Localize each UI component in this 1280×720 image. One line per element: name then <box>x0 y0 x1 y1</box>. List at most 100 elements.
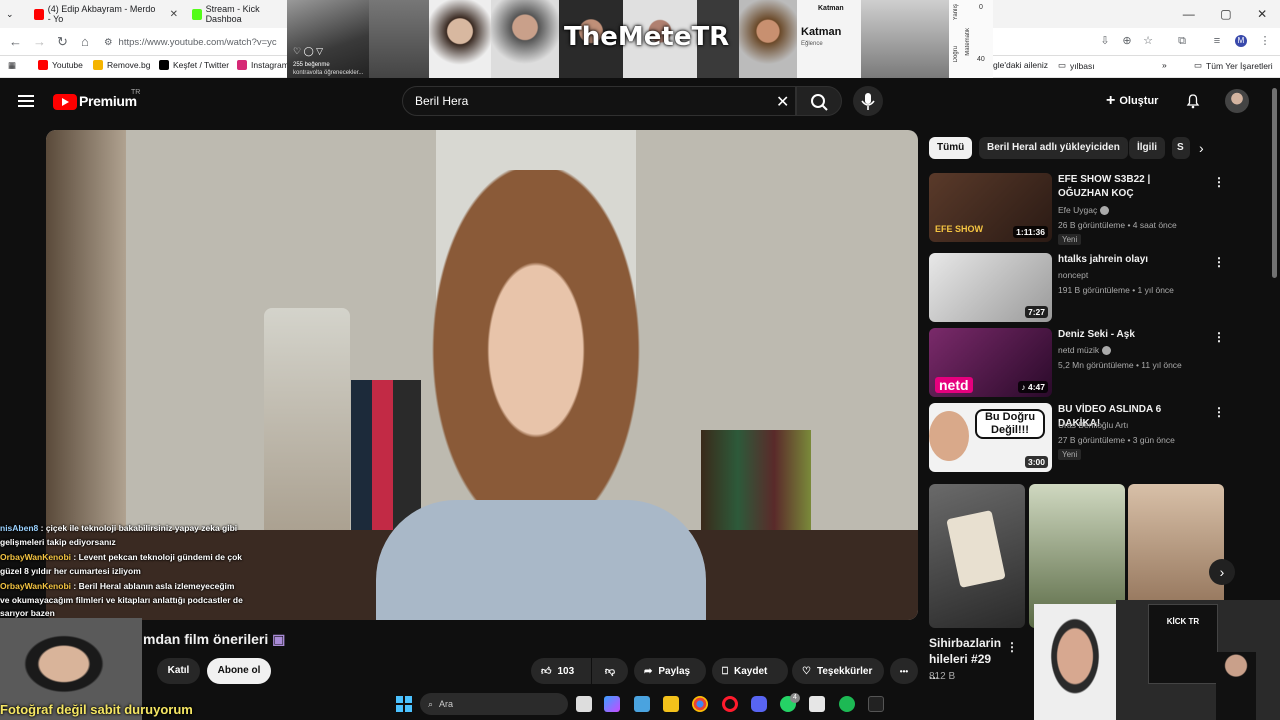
chevron-right-icon[interactable]: › <box>1199 140 1204 156</box>
more-vert-icon[interactable]: ⋮ <box>1213 175 1225 189</box>
back-icon[interactable]: ← <box>9 34 22 49</box>
bookmark-label: Instagram <box>251 60 289 70</box>
account-avatar[interactable] <box>1225 89 1249 113</box>
close-window-icon[interactable]: ✕ <box>1257 7 1267 21</box>
taskbar-search[interactable]: ⌕ Ara <box>420 693 568 715</box>
url-field[interactable]: ⚙ https://www.youtube.com/watch?v=yc <box>104 33 294 51</box>
apps-icon[interactable]: ▦ <box>8 60 16 71</box>
spotify-icon[interactable] <box>839 696 855 712</box>
profile-avatar[interactable]: M <box>1235 35 1247 47</box>
install-icon[interactable]: ⇩ <box>1099 35 1111 47</box>
rec-title[interactable]: EFE SHOW S3B22 | OĞUZHAN KOÇ <box>1058 173 1203 201</box>
bookmark-partial[interactable]: gle'daki aileniz <box>993 60 1048 70</box>
discord-icon[interactable] <box>751 696 767 712</box>
forward-icon[interactable]: → <box>33 34 46 49</box>
video-thumbnail[interactable]: Bu Doğru Değil!!! 3:00 <box>929 403 1052 472</box>
like-button[interactable]: 👍︎ 103 <box>531 658 591 684</box>
banner-card: Katman Katman Eğlence <box>797 0 861 78</box>
recommendation-item[interactable]: EFE SHOW 1:11:36 EFE SHOW S3B22 | OĞUZHA… <box>929 173 1225 245</box>
more-vert-icon[interactable]: ⋮ <box>1006 640 1018 654</box>
bookmark-removebg[interactable]: Remove.bg <box>93 60 150 70</box>
chip-all[interactable]: Tümü <box>929 137 973 159</box>
site-info-icon[interactable]: ⚙ <box>104 37 113 48</box>
search-button[interactable] <box>796 86 842 116</box>
rec-channel[interactable]: noncept <box>1058 270 1088 280</box>
chip-uploader[interactable]: Beril Heral adlı yükleyiciden <box>979 137 1128 159</box>
create-button[interactable]: + Oluştur <box>1106 92 1158 110</box>
channel-name: netd müzik <box>1058 345 1100 355</box>
rec-channel[interactable]: Uras Benlioğlu Artı <box>1058 420 1128 430</box>
app-icon[interactable] <box>868 696 884 712</box>
bookmark-twitter[interactable]: Keşfet / Twitter <box>159 60 229 70</box>
more-actions-button[interactable]: ••• <box>890 658 918 684</box>
chip-related[interactable]: İlgili <box>1129 137 1165 159</box>
share-button[interactable]: ➦ Paylaş <box>634 658 706 684</box>
url-text: https://www.youtube.com/watch?v=yc <box>118 36 277 48</box>
recommendation-item[interactable]: Bu Doğru Değil!!! 3:00 BU VİDEO ASLINDA … <box>929 403 1225 473</box>
card-title: Katman <box>801 26 842 38</box>
more-bookmarks-icon[interactable]: » <box>1162 60 1167 70</box>
more-vert-icon[interactable]: ⋮ <box>1213 330 1225 344</box>
tab-kick[interactable]: Stream - Kick Dashboa <box>186 4 286 24</box>
close-icon[interactable]: ✕ <box>170 9 178 20</box>
opera-icon[interactable] <box>722 696 738 712</box>
maximize-icon[interactable]: ▢ <box>1220 7 1231 21</box>
reload-icon[interactable]: ↻ <box>57 34 68 50</box>
windows-start-icon[interactable] <box>396 696 412 712</box>
short-thumbnail[interactable] <box>929 484 1025 628</box>
save-button[interactable]: ⎕ Kaydet <box>712 658 788 684</box>
youtube-logo-icon[interactable] <box>53 94 77 110</box>
bookmark-youtube[interactable]: Youtube <box>38 60 83 70</box>
hamburger-menu-icon[interactable] <box>18 93 34 107</box>
recommendation-item[interactable]: netd ♪ 4:47 Deniz Seki - Aşk netd müzik … <box>929 328 1225 398</box>
chat-user: nisAben8 <box>0 523 39 533</box>
task-view-icon[interactable] <box>576 696 592 712</box>
camera-emoji-icon: ▣ <box>272 631 286 647</box>
card-sub: Eğlence <box>801 41 823 47</box>
subscribe-button[interactable]: Abone ol <box>207 658 271 684</box>
notifications-bell-icon[interactable] <box>1186 93 1200 109</box>
rec-title[interactable]: Deniz Seki - Aşk <box>1058 328 1203 342</box>
extensions-icon[interactable]: ⧉ <box>1176 35 1188 47</box>
page-scrollbar[interactable] <box>1272 88 1277 278</box>
minimize-icon[interactable]: — <box>1183 7 1195 21</box>
clear-search-icon[interactable]: ✕ <box>776 92 789 112</box>
verified-icon <box>1100 206 1110 216</box>
voice-search-button[interactable] <box>853 86 883 116</box>
all-bookmarks[interactable]: ▭ Tüm Yer İşaretleri <box>1194 60 1273 71</box>
file-explorer-icon[interactable] <box>663 696 679 712</box>
store-icon[interactable] <box>809 696 825 712</box>
video-thumbnail[interactable]: netd ♪ 4:47 <box>929 328 1052 397</box>
plus-icon: + <box>1106 92 1116 109</box>
bookmark-instagram[interactable]: Instagram <box>237 60 289 70</box>
tab-search-button[interactable]: ⌄ <box>0 4 22 24</box>
new-badge: Yeni <box>1058 449 1082 460</box>
shorts-next-button[interactable]: › <box>1209 559 1235 585</box>
rec-title[interactable]: htalks jahrein olayı <box>1058 253 1203 267</box>
video-thumbnail[interactable]: 7:27 <box>929 253 1052 322</box>
reading-list-icon[interactable]: ≡ <box>1211 35 1223 47</box>
youtube-icon <box>38 60 48 70</box>
chrome-icon[interactable] <box>692 696 708 712</box>
tab-youtube[interactable]: (4) Edip Akbayram - Merdo - Yo ✕ <box>28 4 178 24</box>
thanks-button[interactable]: ♡ Teşekkürler <box>792 658 884 684</box>
zoom-icon[interactable]: ⊕ <box>1121 35 1133 47</box>
widgets-icon[interactable] <box>634 696 650 712</box>
menu-icon[interactable]: ⋮ <box>1259 35 1271 47</box>
join-button[interactable]: Katıl <box>157 658 200 684</box>
copilot-icon[interactable] <box>604 696 620 712</box>
chip-partial[interactable]: S <box>1172 137 1190 159</box>
dislike-button[interactable]: 👎︎ <box>592 658 628 684</box>
more-vert-icon[interactable]: ⋮ <box>1213 405 1225 419</box>
rec-channel[interactable]: Efe Uygaç <box>1058 205 1110 216</box>
bookmark-folder-yilbasi[interactable]: ▭ yılbası <box>1058 60 1095 71</box>
star-icon[interactable]: ☆ <box>1142 35 1154 47</box>
more-vert-icon[interactable]: ⋮ <box>1213 255 1225 269</box>
post-likes: 255 beğenme <box>293 62 330 68</box>
search-input[interactable]: Beril Hera <box>402 86 796 116</box>
rec-channel[interactable]: netd müzik <box>1058 345 1112 356</box>
recommendation-item[interactable]: 7:27 htalks jahrein olayı noncept 191 B … <box>929 253 1225 323</box>
home-icon[interactable]: ⌂ <box>81 34 89 49</box>
video-thumbnail[interactable]: EFE SHOW 1:11:36 <box>929 173 1052 242</box>
premium-logo-text[interactable]: Premium <box>79 93 137 109</box>
